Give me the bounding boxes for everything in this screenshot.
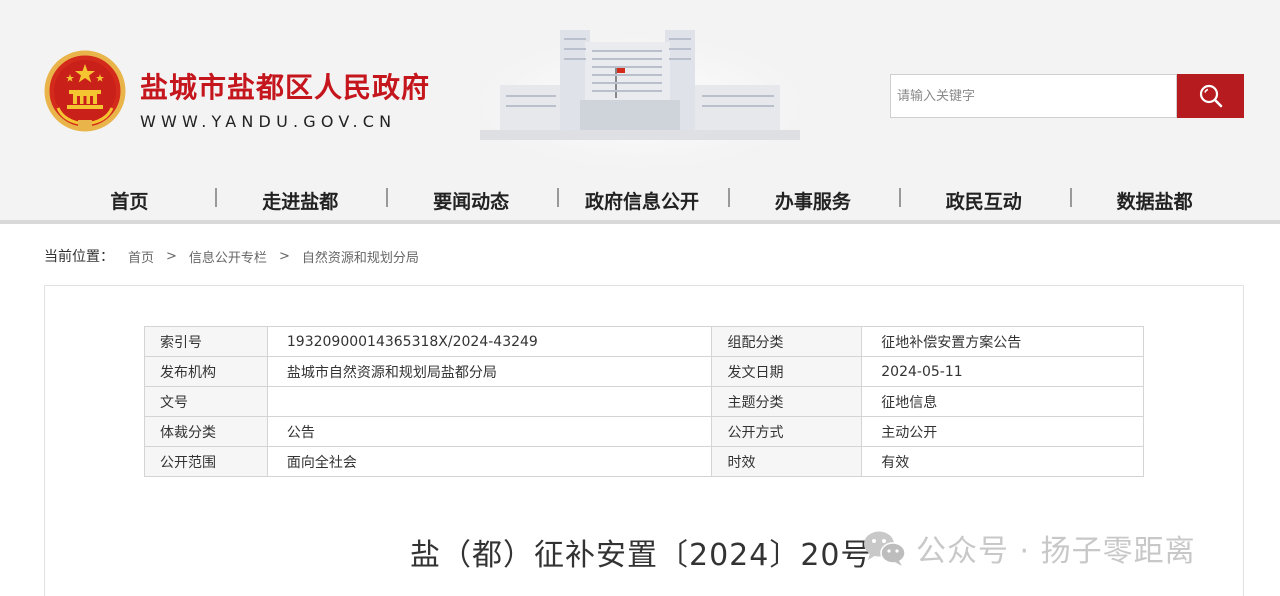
field-value: 公告 [266,416,713,447]
document-info-table: 索引号 19320900014365318X/2024-43249 组配分类 征… [144,326,1144,477]
field-value: 主动公开 [861,416,1144,447]
breadcrumb-label: 当前位置： [44,249,114,265]
field-label: 组配分类 [711,326,863,357]
search-button[interactable] [1177,74,1244,118]
table-row: 发布机构 盐城市自然资源和规划局盐都分局 发文日期 2024-05-11 [144,356,1144,387]
site-url: WWW.YANDU.GOV.CN [140,112,397,131]
breadcrumb-separator: > [166,248,177,264]
field-value: 2024-05-11 [861,356,1144,387]
field-value: 征地补偿安置方案公告 [861,326,1144,357]
nav-divider [386,188,388,207]
field-label: 发文日期 [711,356,863,387]
field-value: 盐城市自然资源和规划局盐都分局 [266,356,713,387]
field-value [266,386,713,417]
government-building-image [440,15,840,170]
nav-divider [557,188,559,207]
nav-item-about-yandu[interactable]: 走进盐都 [215,180,386,220]
document-title: 盐（都）征补安置〔2024〕20号 [410,538,872,573]
watermark-text: 公众号 · 扬子零距离 [916,534,1196,569]
nav-divider [1070,188,1072,207]
field-value: 征地信息 [861,386,1144,417]
watermark: 公众号 · 扬子零距离 [862,526,1196,570]
breadcrumb-separator: > [278,248,290,264]
field-label: 发布机构 [144,356,268,387]
table-row: 体裁分类 公告 公开方式 主动公开 [144,416,1144,447]
table-row: 文号 主题分类 征地信息 [144,386,1144,417]
main-nav: 首页 走进盐都 要闻动态 政府信息公开 办事服务 政民互动 数据盐都 [44,180,1240,220]
search-box [890,74,1177,118]
table-row: 索引号 19320900014365318X/2024-43249 组配分类 征… [144,326,1144,357]
wechat-icon [864,531,906,566]
breadcrumb: 当前位置： 首页 > 信息公开专栏 > 自然资源和规划分局 [44,246,419,266]
field-label: 文号 [144,386,268,417]
nav-item-services[interactable]: 办事服务 [727,180,898,220]
breadcrumb-item-info-column[interactable]: 信息公开专栏 [189,247,267,266]
breadcrumb-item-bureau[interactable]: 自然资源和规划分局 [302,247,419,266]
national-emblem-icon [44,50,126,132]
field-label: 主题分类 [711,386,863,417]
field-label: 索引号 [144,326,268,357]
search-icon [1199,84,1222,108]
nav-divider [728,188,730,207]
field-label: 公开范围 [144,446,268,477]
site-title[interactable]: 盐城市盐都区人民政府 [140,66,430,106]
nav-item-interaction[interactable]: 政民互动 [898,180,1069,220]
nav-item-home[interactable]: 首页 [44,180,215,220]
breadcrumb-item-home[interactable]: 首页 [128,247,154,266]
field-label: 时效 [711,446,863,477]
nav-item-news[interactable]: 要闻动态 [386,180,557,220]
field-value: 19320900014365318X/2024-43249 [266,326,713,357]
nav-item-data-yandu[interactable]: 数据盐都 [1069,180,1240,220]
nav-item-gov-info-disclosure[interactable]: 政府信息公开 [557,180,728,220]
nav-divider [899,188,901,207]
field-label: 公开方式 [711,416,863,447]
nav-divider [215,188,217,207]
field-value: 面向全社会 [266,446,713,477]
field-value: 有效 [861,446,1144,477]
search-input[interactable] [897,88,1176,104]
table-row: 公开范围 面向全社会 时效 有效 [144,446,1144,477]
header-divider [0,220,1280,224]
field-label: 体裁分类 [144,416,268,447]
